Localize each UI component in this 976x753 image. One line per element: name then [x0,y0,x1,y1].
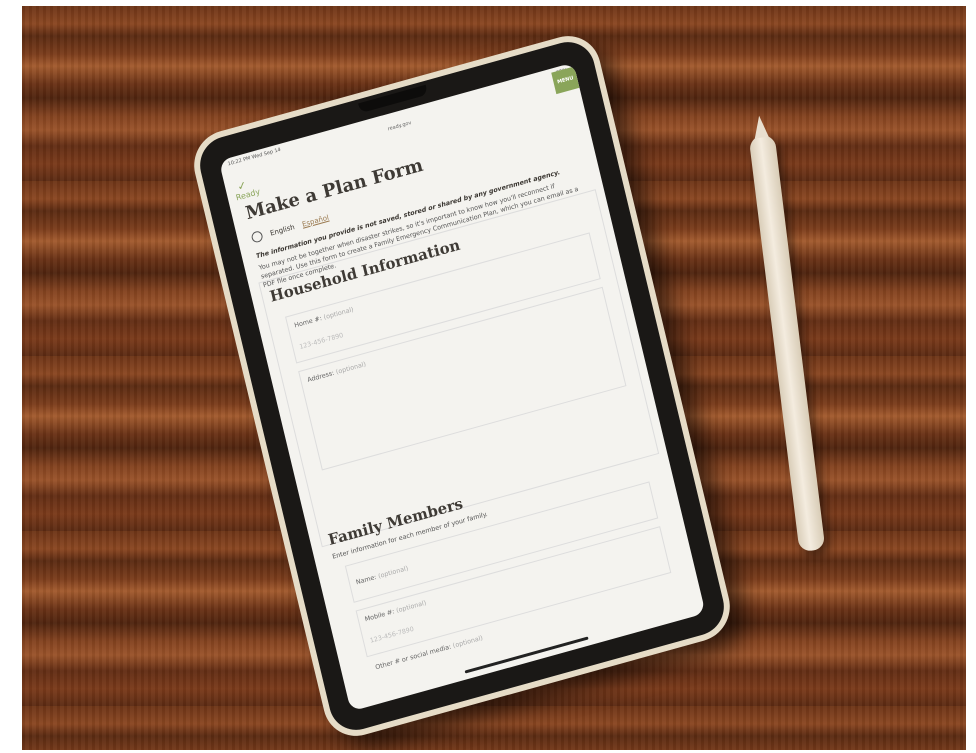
name-label: Name: (optional) [355,564,409,587]
lang-spanish-link[interactable]: Español [301,213,329,228]
menu-button[interactable]: MENU [551,66,580,95]
home-phone-placeholder: 123-456-7890 [298,331,345,351]
lang-english[interactable]: English [269,223,295,238]
home-indicator-bar[interactable] [464,636,589,674]
mobile-placeholder: 123-456-7890 [369,624,415,645]
mobile-label: Mobile #: (optional) [363,598,427,624]
globe-icon [250,230,264,244]
photo: 10:22 PM Wed Sep 14 85% ready.gov MENU ✓… [22,6,966,750]
